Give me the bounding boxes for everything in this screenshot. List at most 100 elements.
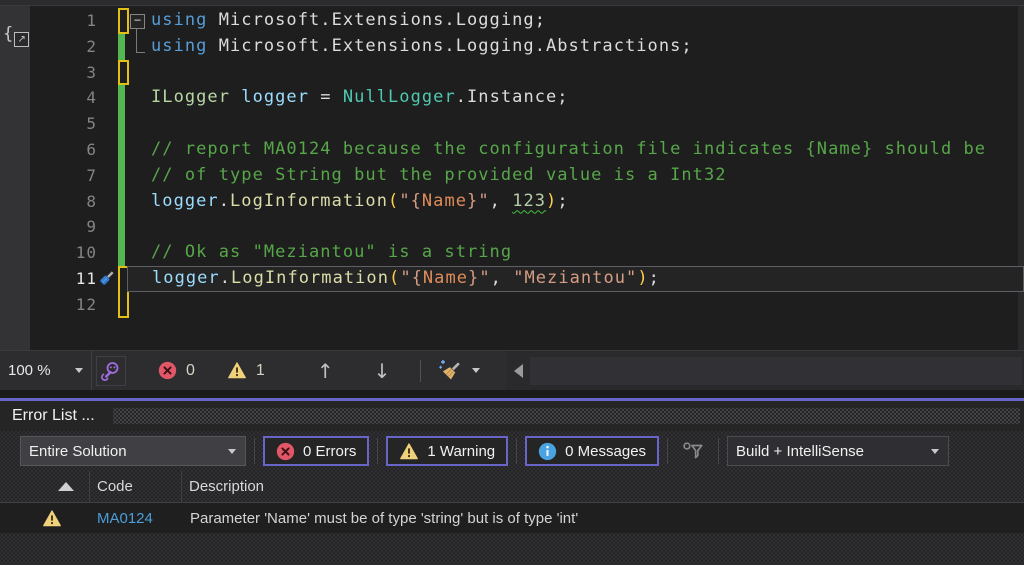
- line-number: 7: [0, 163, 97, 189]
- error-count-button[interactable]: 0: [158, 361, 195, 380]
- track-changes-margin: [117, 111, 127, 137]
- code-text[interactable]: using Microsoft.Extensions.Logging.Abstr…: [151, 34, 693, 60]
- error-list-row[interactable]: MA0124 Parameter 'Name' must be of type …: [0, 503, 1024, 533]
- source-filter-dropdown[interactable]: Build + IntelliSense: [727, 436, 949, 466]
- document-health-button[interactable]: [96, 356, 126, 386]
- code-text[interactable]: // of type String but the provided value…: [151, 163, 727, 189]
- track-changes-indicator: [118, 163, 125, 189]
- severity-column-header[interactable]: [0, 471, 90, 502]
- error-icon: [158, 361, 177, 380]
- code-line-content: −using Microsoft.Extensions.Logging;: [127, 8, 1024, 34]
- description-column-header[interactable]: Description: [182, 471, 1024, 502]
- line-number: 2: [0, 34, 97, 60]
- warning-icon: [227, 361, 247, 380]
- error-list-panel: Error List ... Entire Solution 0 Errors: [0, 390, 1024, 565]
- outlining-margin: [127, 189, 151, 215]
- code-line-content: using Microsoft.Extensions.Logging.Abstr…: [127, 34, 1024, 60]
- code-line-content: [127, 111, 1024, 137]
- gutter-action-area: [97, 189, 117, 215]
- track-changes-indicator: [118, 137, 125, 163]
- code-cleanup-button[interactable]: [437, 359, 480, 383]
- panel-drag-grip[interactable]: [113, 408, 1020, 424]
- source-filter-value: Build + IntelliSense: [736, 443, 864, 460]
- code-text[interactable]: // Ok as "Meziantou" is a string: [151, 240, 512, 266]
- gutter-action-area: [97, 137, 117, 163]
- panel-gap: [0, 390, 1024, 398]
- error-count: 0: [186, 362, 195, 380]
- scope-filter-value: Entire Solution: [29, 443, 127, 460]
- next-issue-button[interactable]: ↓: [374, 359, 391, 383]
- gutter-action-area: [97, 60, 117, 86]
- code-line-3: 3: [0, 60, 1024, 86]
- code-line-10: 10// Ok as "Meziantou" is a string: [0, 240, 1024, 266]
- gutter-action-area: [97, 34, 117, 60]
- chevron-down-icon: [931, 449, 939, 454]
- warning-count-button[interactable]: 1: [227, 361, 265, 380]
- line-number: 6: [0, 137, 97, 163]
- code-line-5: 5: [0, 111, 1024, 137]
- zoom-level-dropdown[interactable]: 100 %: [0, 351, 92, 390]
- horizontal-scrollbar[interactable]: [506, 351, 1024, 390]
- code-text[interactable]: logger.LogInformation("{Name}", 123);: [151, 189, 569, 215]
- errors-filter-label: 0 Errors: [303, 443, 356, 460]
- warnings-filter-label: 1 Warning: [427, 443, 495, 460]
- line-number: 3: [0, 60, 97, 86]
- gutter-action-area: [97, 240, 117, 266]
- scope-filter-dropdown[interactable]: Entire Solution: [20, 436, 246, 466]
- code-text[interactable]: // report MA0124 because the configurati…: [151, 137, 986, 163]
- code-text[interactable]: ILogger logger = NullLogger.Instance;: [151, 85, 569, 111]
- horizontal-scrollbar-track[interactable]: [530, 357, 1022, 385]
- code-editor[interactable]: {↗ 1−using Microsoft.Extensions.Logging;…: [0, 0, 1024, 350]
- chevron-down-icon: [472, 368, 480, 373]
- outlining-margin: [127, 137, 151, 163]
- panel-title-bar[interactable]: Error List ...: [0, 401, 1024, 431]
- gutter-action-area: [97, 85, 117, 111]
- quick-actions-screwdriver-icon[interactable]: [98, 269, 116, 287]
- collapse-region-icon[interactable]: −: [130, 14, 145, 29]
- vs-editor-window: {↗ 1−using Microsoft.Extensions.Logging;…: [0, 0, 1024, 565]
- warning-icon: [399, 442, 419, 461]
- track-changes-margin: [117, 214, 127, 240]
- track-changes-margin: [117, 240, 127, 266]
- line-number: 9: [0, 214, 97, 240]
- code-line-content: // Ok as "Meziantou" is a string: [127, 240, 1024, 266]
- code-line-content: [127, 214, 1024, 240]
- gutter-action-area: [97, 8, 117, 34]
- track-changes-indicator: [118, 111, 125, 137]
- gutter-action-area[interactable]: [97, 266, 117, 292]
- track-changes-indicator: [118, 34, 125, 60]
- outlining-guide-line: [136, 28, 145, 53]
- line-number: 5: [0, 111, 97, 137]
- outlining-margin: [127, 214, 151, 240]
- previous-issue-button[interactable]: ↑: [317, 359, 334, 383]
- track-changes-margin: [117, 60, 127, 86]
- separator: [377, 438, 378, 464]
- code-column-label: Code: [97, 478, 133, 495]
- gutter-action-area: [97, 214, 117, 240]
- code-line-content: logger.LogInformation("{Name}", 123);: [127, 189, 1024, 215]
- error-list-header: Code Description: [0, 471, 1024, 503]
- scroll-left-button[interactable]: [506, 351, 530, 390]
- code-line-content: [127, 60, 1024, 86]
- info-icon: [538, 442, 557, 461]
- document-health-icon: [100, 360, 122, 382]
- zoom-level-value: 100 %: [8, 362, 51, 379]
- code-text[interactable]: using Microsoft.Extensions.Logging;: [151, 8, 546, 34]
- messages-filter-button[interactable]: 0 Messages: [525, 436, 659, 466]
- outlining-margin: [127, 292, 151, 318]
- track-changes-margin: [117, 34, 127, 60]
- errors-filter-button[interactable]: 0 Errors: [263, 436, 369, 466]
- track-changes-indicator: [118, 240, 125, 266]
- code-line-4: 4ILogger logger = NullLogger.Instance;: [0, 85, 1024, 111]
- code-text[interactable]: logger.LogInformation("{Name}", "Meziant…: [152, 266, 660, 292]
- separator: [254, 438, 255, 464]
- outlining-margin: [127, 60, 151, 86]
- separator: [516, 438, 517, 464]
- current-line: logger.LogInformation("{Name}", "Meziant…: [127, 266, 1024, 292]
- warnings-filter-button[interactable]: 1 Warning: [386, 436, 508, 466]
- panel-title: Error List ...: [12, 407, 95, 425]
- code-column-header[interactable]: Code: [90, 471, 182, 502]
- diagnostic-code-link[interactable]: MA0124: [97, 510, 182, 527]
- filter-button[interactable]: [682, 441, 704, 461]
- line-number: 11: [0, 266, 97, 292]
